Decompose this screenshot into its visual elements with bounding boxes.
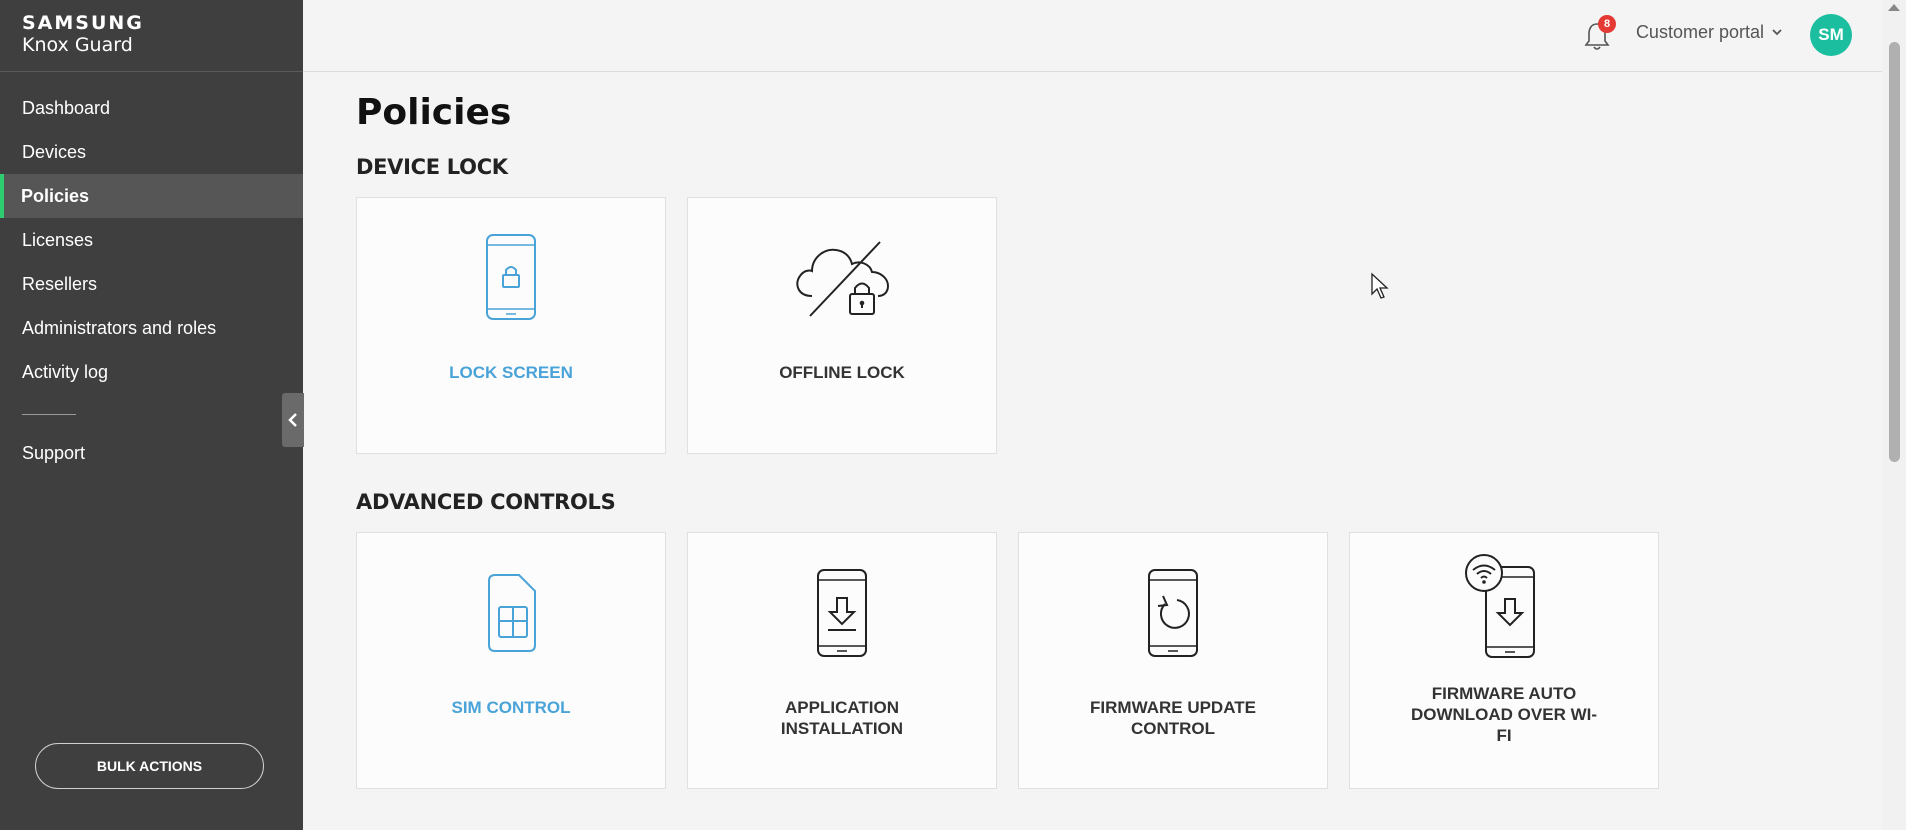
- main-content: Policies DEVICE LOCK LOCK SCREEN OFFLINE…: [356, 72, 1659, 789]
- cloud-offline-lock-icon: [787, 232, 897, 324]
- top-header: 8 Customer portal SM: [303, 0, 1882, 72]
- notification-badge: 8: [1598, 15, 1616, 33]
- sidebar-item-dashboard[interactable]: Dashboard: [0, 86, 303, 130]
- sidebar-nav: Dashboard Devices Policies Licenses Rese…: [0, 86, 303, 394]
- sidebar-item-resellers[interactable]: Resellers: [0, 262, 303, 306]
- firmware-update-control-card[interactable]: FIRMWARE UPDATE CONTROL: [1018, 532, 1328, 789]
- firmware-auto-download-card[interactable]: FIRMWARE AUTO DOWNLOAD OVER WI-FI: [1349, 532, 1659, 789]
- brand-line-1: SAMSUNG: [22, 12, 144, 34]
- advanced-controls-cards: SIM CONTROL APPLICATION INSTALLATION FIR…: [356, 532, 1659, 789]
- sidebar-item-devices[interactable]: Devices: [0, 130, 303, 174]
- page-title: Policies: [356, 92, 512, 133]
- sidebar-item-support[interactable]: Support: [0, 431, 303, 475]
- offline-lock-label: OFFLINE LOCK: [779, 363, 905, 382]
- mouse-cursor-icon: [1371, 272, 1389, 299]
- sidebar-item-activity-log[interactable]: Activity log: [0, 350, 303, 394]
- firmware-update-control-label: FIRMWARE UPDATE CONTROL: [1090, 698, 1256, 738]
- page-scrollbar[interactable]: [1882, 0, 1906, 830]
- section-title-advanced-controls: ADVANCED CONTROLS: [356, 490, 616, 514]
- customer-portal-dropdown[interactable]: Customer portal: [1636, 22, 1782, 43]
- sim-control-card[interactable]: SIM CONTROL: [356, 532, 666, 789]
- application-installation-label: APPLICATION INSTALLATION: [780, 698, 904, 738]
- section-title-device-lock: DEVICE LOCK: [356, 155, 508, 179]
- sidebar-item-administrators[interactable]: Administrators and roles: [0, 306, 303, 350]
- avatar[interactable]: SM: [1810, 14, 1852, 56]
- sidebar-item-licenses[interactable]: Licenses: [0, 218, 303, 262]
- bulk-actions-button[interactable]: BULK ACTIONS: [35, 743, 264, 789]
- sim-control-label: SIM CONTROL: [451, 698, 571, 717]
- brand-line-2: Knox Guard: [22, 34, 133, 56]
- phone-download-icon: [787, 567, 897, 659]
- lock-screen-card[interactable]: LOCK SCREEN: [356, 197, 666, 454]
- application-installation-card[interactable]: APPLICATION INSTALLATION: [687, 532, 997, 789]
- device-lock-cards: LOCK SCREEN OFFLINE LOCK: [356, 197, 1659, 454]
- portal-label: Customer portal: [1635, 22, 1764, 42]
- offline-lock-card[interactable]: OFFLINE LOCK: [687, 197, 997, 454]
- firmware-auto-download-label: FIRMWARE AUTO DOWNLOAD OVER WI-FI: [1410, 684, 1598, 745]
- phone-lock-icon: [456, 232, 566, 324]
- phone-refresh-icon: [1118, 567, 1228, 659]
- sidebar-divider: [22, 414, 76, 415]
- chevron-left-icon: [288, 413, 297, 427]
- collapse-sidebar-button[interactable]: [282, 393, 304, 447]
- chevron-down-icon: [1772, 29, 1782, 36]
- brand-logo[interactable]: SAMSUNG Knox Guard: [0, 0, 303, 72]
- phone-wifi-download-icon: [1449, 553, 1559, 659]
- scroll-up-arrow[interactable]: [1888, 4, 1900, 11]
- lock-screen-label: LOCK SCREEN: [449, 363, 573, 382]
- sidebar-item-policies[interactable]: Policies: [0, 174, 303, 218]
- sidebar: SAMSUNG Knox Guard Dashboard Devices Pol…: [0, 0, 303, 830]
- sim-card-icon: [456, 567, 566, 659]
- scrollbar-thumb[interactable]: [1889, 42, 1900, 462]
